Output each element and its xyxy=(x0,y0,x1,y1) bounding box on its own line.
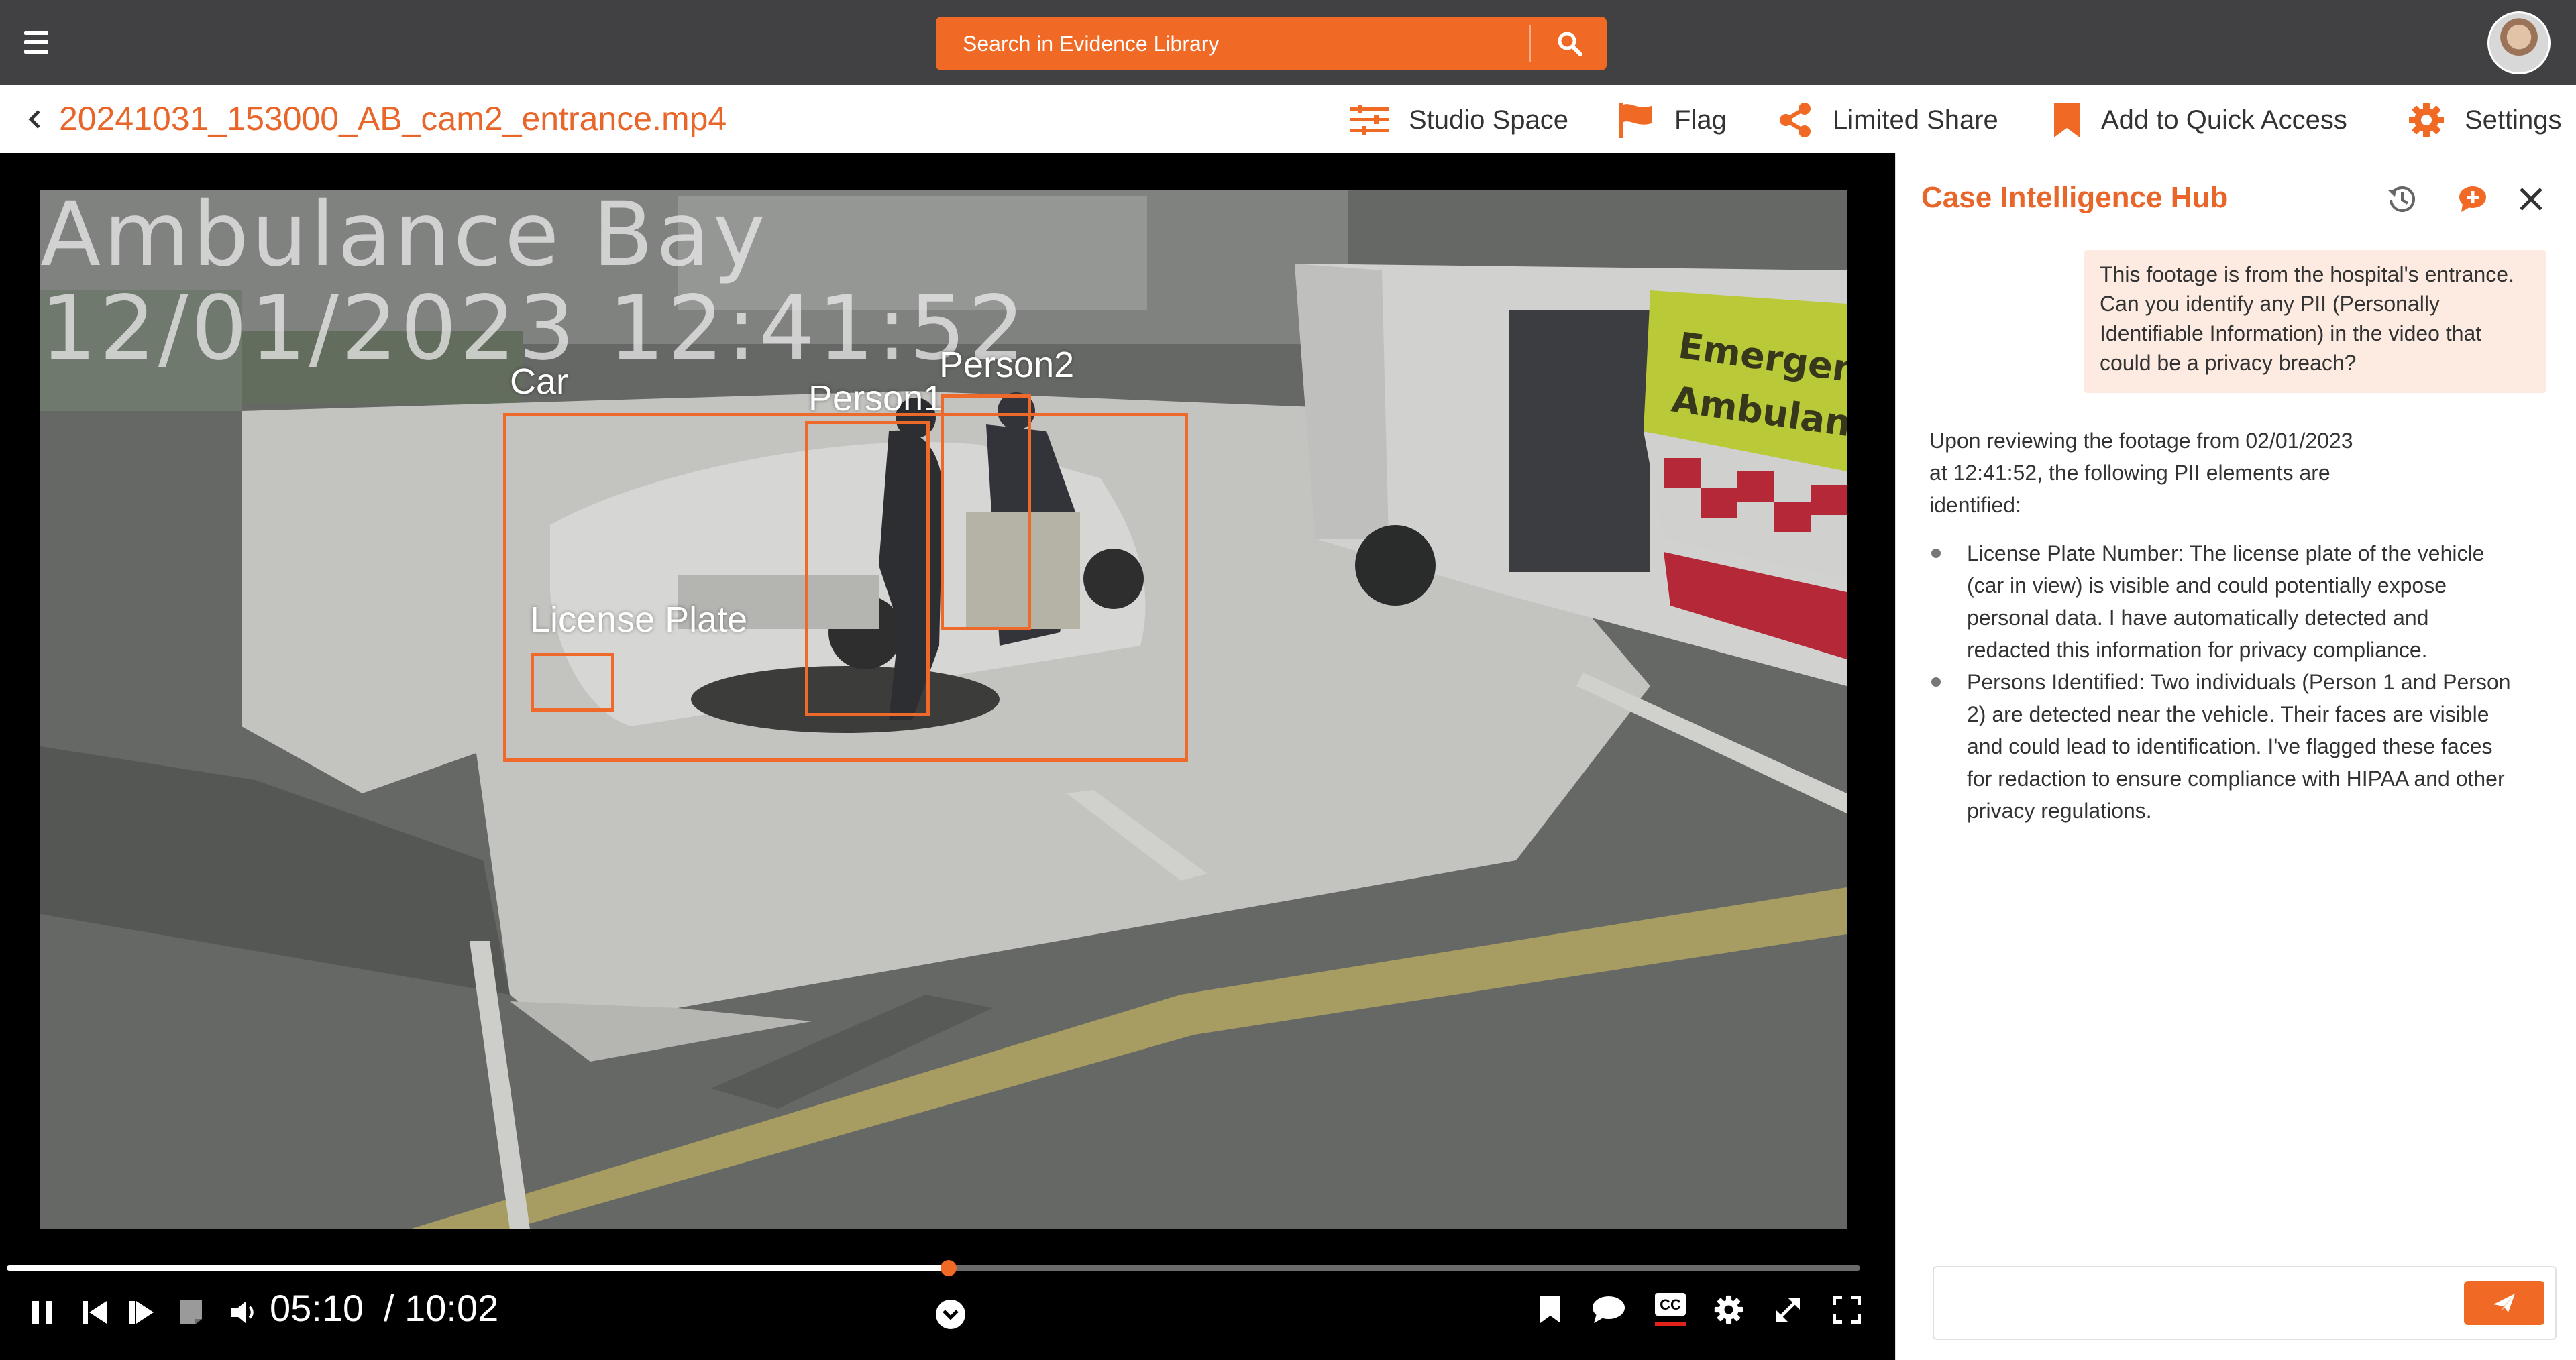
captions-button[interactable]: CC xyxy=(1653,1290,1688,1330)
finding-item: License Plate Number: The license plate … xyxy=(1929,537,2513,666)
search-icon xyxy=(1558,32,1582,56)
svg-text:CC: CC xyxy=(1660,1296,1681,1313)
step-back-icon xyxy=(83,1301,107,1324)
gear-icon xyxy=(2409,103,2444,137)
bbox-label-person1: Person1 xyxy=(808,378,944,418)
settings-button[interactable]: Settings xyxy=(2408,101,2562,139)
settings-label: Settings xyxy=(2465,105,2562,135)
flag-button[interactable]: Flag xyxy=(1618,101,1727,139)
bookmark-icon xyxy=(1540,1296,1560,1323)
flag-label: Flag xyxy=(1674,105,1727,135)
quick-access-label: Add to Quick Access xyxy=(2101,105,2347,135)
video-osd-location: Ambulance Bay xyxy=(40,190,768,286)
new-chat-button[interactable] xyxy=(2456,182,2489,216)
top-bar xyxy=(0,0,2576,85)
video-player: Emergency Ambulance Ambulance Bay 12/01/… xyxy=(0,153,1895,1360)
close-icon xyxy=(2520,188,2542,211)
title-bar: 20241031_153000_AB_cam2_entrance.mp4 Stu… xyxy=(0,85,2576,153)
pause-button[interactable] xyxy=(27,1297,58,1328)
send-button[interactable] xyxy=(2464,1281,2544,1325)
expand-arrows-icon xyxy=(1776,1298,1800,1322)
comment-button[interactable] xyxy=(1590,1293,1627,1326)
comment-icon xyxy=(1593,1296,1625,1323)
history-button[interactable] xyxy=(2385,182,2419,216)
fullscreen-button[interactable] xyxy=(1830,1293,1864,1326)
search-bar xyxy=(936,17,1607,70)
history-icon xyxy=(2388,186,2415,212)
sliders-icon xyxy=(1350,105,1389,135)
clip-button[interactable] xyxy=(176,1297,207,1328)
quick-access-button[interactable]: Add to Quick Access xyxy=(2053,101,2347,139)
video-frame[interactable]: Emergency Ambulance Ambulance Bay 12/01/… xyxy=(40,190,1847,1229)
fullscreen-icon xyxy=(1833,1296,1861,1324)
next-frame-button[interactable] xyxy=(126,1297,157,1328)
clip-icon xyxy=(180,1300,202,1324)
back-button[interactable] xyxy=(25,108,44,134)
share-icon xyxy=(1780,103,1811,137)
search-input[interactable] xyxy=(936,17,1529,70)
flag-icon xyxy=(1619,103,1652,138)
gear-icon xyxy=(1714,1295,1743,1324)
avatar[interactable] xyxy=(2487,11,2551,74)
pause-icon xyxy=(32,1301,52,1324)
progress-fill xyxy=(7,1265,949,1271)
bbox-person1[interactable] xyxy=(805,421,930,716)
panel-title: Case Intelligence Hub xyxy=(1921,181,2229,214)
bbox-label-license-plate: License Plate xyxy=(530,600,748,640)
step-forward-icon xyxy=(129,1301,154,1324)
finding-item: Persons Identified: Two individuals (Per… xyxy=(1929,666,2513,827)
volume-button[interactable] xyxy=(228,1297,259,1328)
case-intelligence-panel: Case Intelligence Hub This footage is fr… xyxy=(1895,153,2576,1360)
menu-icon[interactable] xyxy=(24,31,48,54)
chevron-left-icon xyxy=(28,110,40,129)
bbox-label-person2: Person2 xyxy=(939,345,1075,385)
player-settings-button[interactable] xyxy=(1712,1293,1746,1326)
closed-captions-icon: CC xyxy=(1655,1293,1686,1326)
chevron-down-circle-icon xyxy=(936,1300,965,1329)
assistant-intro: Upon reviewing the footage from 02/01/20… xyxy=(1929,429,2353,517)
bbox-license-plate[interactable] xyxy=(531,653,614,712)
current-time: 05:10 xyxy=(270,1287,364,1329)
bbox-label-car: Car xyxy=(510,361,569,402)
chat-input[interactable] xyxy=(1934,1267,2457,1339)
limited-share-label: Limited Share xyxy=(1833,105,1998,135)
expand-toggle-button[interactable] xyxy=(934,1298,967,1331)
studio-space-label: Studio Space xyxy=(1409,105,1568,135)
previous-frame-button[interactable] xyxy=(79,1297,110,1328)
send-icon xyxy=(2493,1294,2515,1312)
search-button[interactable] xyxy=(1533,17,1607,70)
user-message: This footage is from the hospital's entr… xyxy=(2084,250,2546,393)
progress-handle[interactable] xyxy=(940,1260,957,1276)
assistant-findings-list: License Plate Number: The license plate … xyxy=(1929,537,2520,827)
file-title: 20241031_153000_AB_cam2_entrance.mp4 xyxy=(59,100,727,137)
progress-bar[interactable] xyxy=(7,1260,1860,1276)
studio-space-button[interactable]: Studio Space xyxy=(1350,101,1568,139)
limited-share-button[interactable]: Limited Share xyxy=(1778,101,1998,139)
bbox-person2[interactable] xyxy=(941,394,1031,630)
search-divider xyxy=(1529,25,1531,62)
add-comment-icon xyxy=(2459,186,2486,212)
bookmark-icon xyxy=(2054,103,2080,137)
chat-input-box xyxy=(1933,1266,2557,1340)
volume-icon xyxy=(231,1301,254,1324)
close-panel-button[interactable] xyxy=(2514,182,2548,216)
assistant-message: Upon reviewing the footage from 02/01/20… xyxy=(1929,424,2520,827)
expand-button[interactable] xyxy=(1771,1293,1805,1326)
bookmark-button[interactable] xyxy=(1535,1293,1566,1326)
duration: / 10:02 xyxy=(384,1287,499,1329)
